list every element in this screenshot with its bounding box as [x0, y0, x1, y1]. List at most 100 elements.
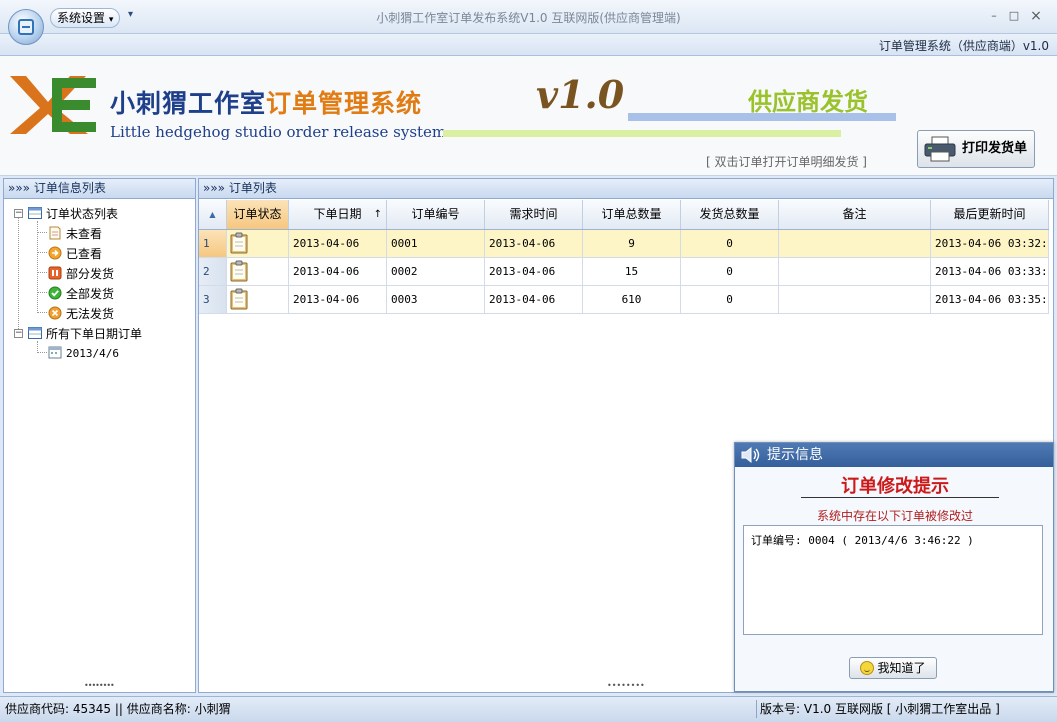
popup-title: 订单修改提示: [841, 476, 949, 497]
tree-node-unviewed[interactable]: 未查看: [48, 225, 102, 243]
version-info: 版本号: V1.0 互联网版 [ 小刺猬工作室出品 ]: [760, 702, 1000, 716]
tree-node-label: 所有下单日期订单: [46, 327, 143, 341]
calendar-icon: [48, 346, 62, 359]
modified-orders-list[interactable]: 订单编号: 0004 ( 2013/4/6 3:46:22 ): [743, 525, 1043, 635]
print-delivery-note-button[interactable]: 打印发货单: [917, 130, 1035, 168]
row-number: 2: [199, 258, 227, 285]
printer-icon: [924, 136, 956, 162]
notification-popup: 提示信息 订单修改提示 系统中存在以下订单被修改过 订单编号: 0004 ( 2…: [734, 442, 1054, 692]
app-title-cn-part1: 小刺猬工作室: [110, 89, 267, 118]
tree-node-date-2013-4-6[interactable]: 2013/4/6: [48, 345, 119, 363]
tree-node-partial-ship[interactable]: 部分发货: [48, 265, 114, 283]
acknowledge-button-label: 我知道了: [877, 661, 926, 675]
maximize-button[interactable]: □: [1004, 8, 1024, 24]
banner: 小刺猬工作室订单管理系统 Little hedgehog studio orde…: [0, 56, 1057, 176]
column-header-need-time[interactable]: 需求时间: [485, 200, 583, 229]
app-title-cn: 小刺猬工作室订单管理系统: [110, 84, 422, 120]
shipped-qty-cell: 0: [681, 230, 779, 257]
table-row[interactable]: 1 2013-04-06 0001 2013-04-06 9 0 2013-04…: [199, 230, 1049, 258]
remark-cell: [779, 230, 931, 257]
tree-line: [37, 252, 47, 253]
smiley-icon: [860, 661, 875, 675]
popup-header: 提示信息: [735, 443, 1053, 467]
order-no-cell: 0002: [387, 258, 485, 285]
tree-line: [37, 272, 47, 273]
splitter-grip[interactable]: ••••••••: [84, 681, 115, 690]
app-title-en: Little hedgehog studio order release sys…: [110, 123, 447, 141]
collapse-toggle[interactable]: −: [14, 329, 23, 338]
table-row[interactable]: 2 2013-04-06 0002 2013-04-06 15 0 2013-0…: [199, 258, 1049, 286]
collapse-toggle[interactable]: −: [14, 209, 23, 218]
tree-node-label: 已查看: [66, 247, 103, 261]
tree-node-status-list[interactable]: 订单状态列表: [28, 205, 118, 223]
order-date-cell: 2013-04-06: [289, 286, 387, 313]
tree-node-cannot-ship[interactable]: 无法发货: [48, 305, 114, 323]
total-qty-cell: 9: [583, 230, 681, 257]
tree-node-all-shipped[interactable]: 全部发货: [48, 285, 114, 303]
cannot-ship-icon: [48, 306, 62, 320]
order-info-panel-header: »»» 订单信息列表: [4, 179, 195, 199]
remark-cell: [779, 286, 931, 313]
grid-header-row: ▲ 订单状态 下单日期 ↑ 订单编号 需求时间 订单总数量 发货总数量 备注 最…: [199, 200, 1049, 230]
tree-node-all-dates[interactable]: 所有下单日期订单: [28, 325, 142, 343]
tree-node-label: 订单状态列表: [46, 207, 119, 221]
table-row[interactable]: 3 2013-04-06 0003 2013-04-06 610 0 2013-…: [199, 286, 1049, 314]
tree-node-label: 全部发货: [66, 287, 115, 301]
partial-ship-icon: [48, 266, 62, 280]
tree-line: [37, 292, 47, 293]
supplier-info: 供应商代码: 45345 || 供应商名称: 小刺猬: [5, 702, 231, 716]
total-qty-cell: 610: [583, 286, 681, 313]
app-icon: [18, 19, 34, 35]
order-list-panel-header: »»» 订单列表: [199, 179, 1053, 199]
column-header-updated[interactable]: 最后更新时间: [931, 200, 1049, 229]
ribbon-app-label: 订单管理系统（供应商端）v1.0: [878, 39, 1049, 53]
order-info-panel: »»» 订单信息列表 − 订单状态列表 未查看 已查看 部分发货 全部发货 无法…: [3, 178, 196, 693]
table-icon: [28, 207, 42, 219]
tree-line: [37, 352, 47, 353]
popup-subtitle: 系统中存在以下订单被修改过: [816, 509, 973, 523]
need-time-cell: 2013-04-06: [485, 286, 583, 313]
row-number: 3: [199, 286, 227, 313]
column-header-status[interactable]: 订单状态: [227, 200, 289, 229]
order-tree: − 订单状态列表 未查看 已查看 部分发货 全部发货 无法发货 − 所有下单日期…: [4, 199, 195, 360]
splitter-grip[interactable]: ••••••••: [607, 681, 645, 690]
version-mark: v1.0: [536, 72, 625, 117]
tree-line: [18, 215, 19, 333]
popup-divider: [801, 497, 999, 498]
close-button[interactable]: ×: [1026, 8, 1046, 24]
shipped-qty-cell: 0: [681, 286, 779, 313]
grid-corner-button[interactable]: ▲: [199, 200, 227, 229]
order-grid: ▲ 订单状态 下单日期 ↑ 订单编号 需求时间 订单总数量 发货总数量 备注 最…: [199, 200, 1049, 314]
tree-line: [37, 232, 47, 233]
updated-cell: 2013-04-06 03:33:: [931, 258, 1049, 285]
acknowledge-button[interactable]: 我知道了: [849, 657, 937, 679]
need-time-cell: 2013-04-06: [485, 258, 583, 285]
column-header-remark[interactable]: 备注: [779, 200, 931, 229]
clipboard-icon: [230, 288, 248, 310]
supplier-ship-title: 供应商发货: [748, 88, 868, 116]
clipboard-icon: [230, 260, 248, 282]
total-qty-cell: 15: [583, 258, 681, 285]
popup-header-label: 提示信息: [767, 447, 823, 463]
decor-bar-green: [443, 130, 841, 137]
app-menu-button[interactable]: [8, 9, 44, 45]
sort-ascending-icon: ↑: [373, 209, 382, 220]
column-header-order-no[interactable]: 订单编号: [387, 200, 485, 229]
order-date-cell: 2013-04-06: [289, 258, 387, 285]
row-number: 1: [199, 230, 227, 257]
tree-node-label: 未查看: [66, 227, 103, 241]
tree-line: [37, 312, 47, 313]
speaker-icon: [741, 446, 760, 464]
table-icon: [28, 327, 42, 339]
order-no-cell: 0001: [387, 230, 485, 257]
minimize-button[interactable]: –: [984, 8, 1004, 24]
updated-cell: 2013-04-06 03:32:: [931, 230, 1049, 257]
column-header-order-date[interactable]: 下单日期 ↑: [289, 200, 387, 229]
print-button-label: 打印发货单: [962, 141, 1028, 156]
column-header-shipped-qty[interactable]: 发货总数量: [681, 200, 779, 229]
column-header-total-qty[interactable]: 订单总数量: [583, 200, 681, 229]
clipboard-icon: [230, 232, 248, 254]
shipped-qty-cell: 0: [681, 258, 779, 285]
tree-node-viewed[interactable]: 已查看: [48, 245, 102, 263]
status-cell: [227, 258, 289, 285]
